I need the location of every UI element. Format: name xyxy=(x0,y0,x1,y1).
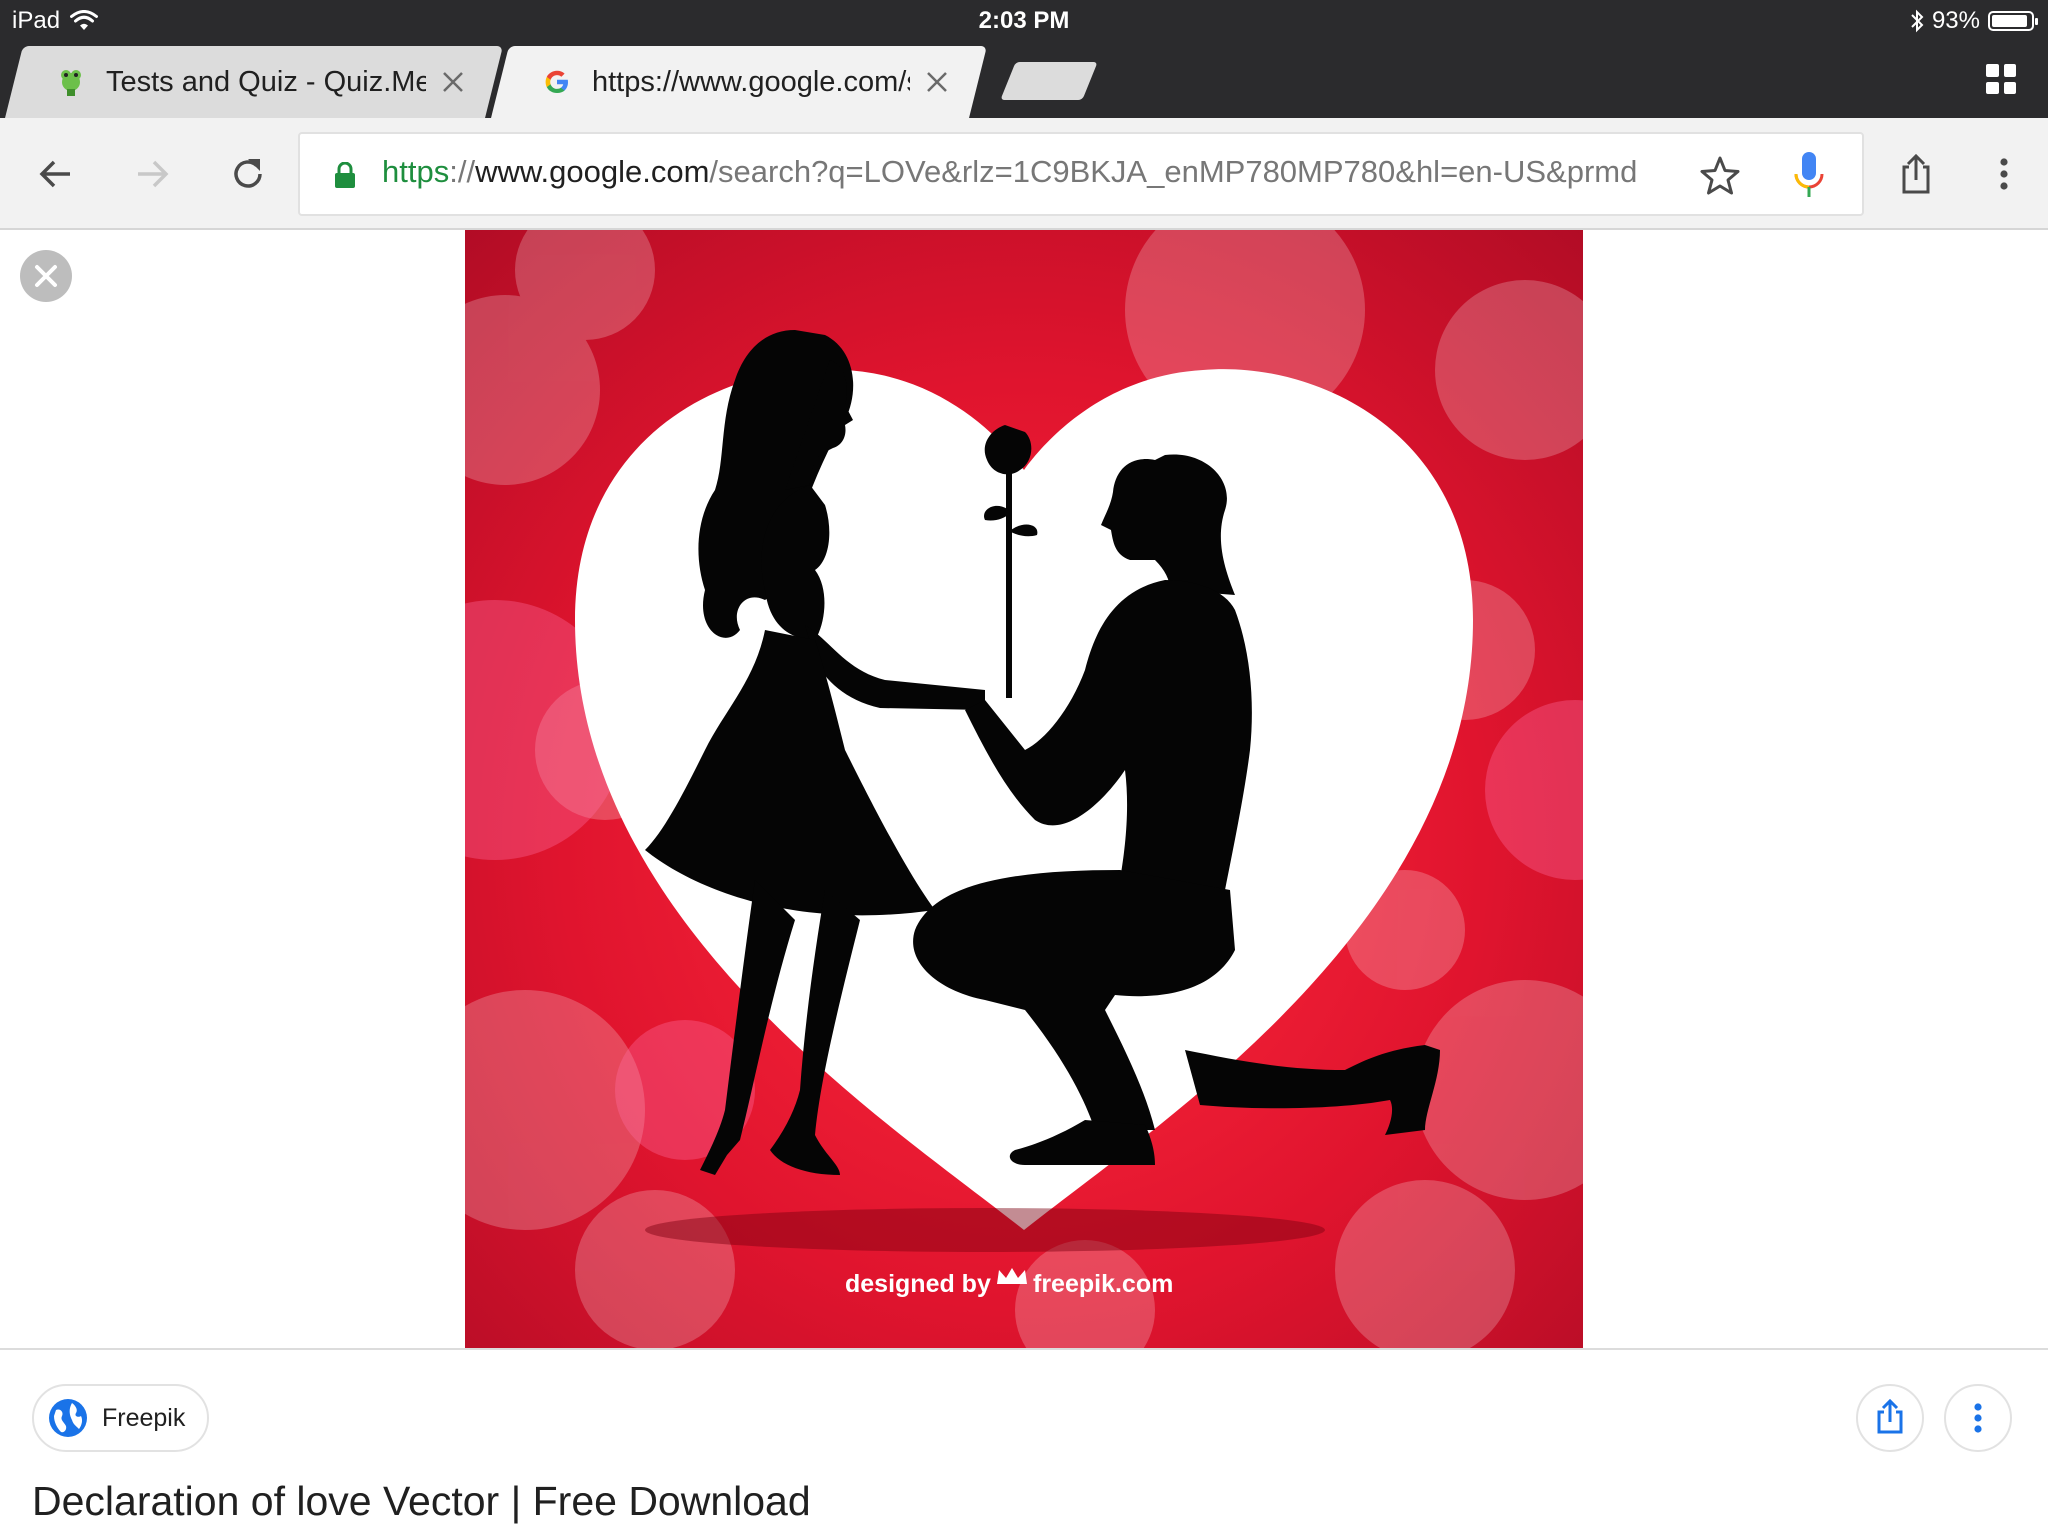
tab-quizme[interactable]: Tests and Quiz - Quiz.Me xyxy=(14,46,494,118)
bookmark-star-icon[interactable] xyxy=(1698,154,1742,198)
address-bar[interactable]: https://www.google.com/search?q=LOVe&rlz… xyxy=(298,132,1864,216)
more-vertical-icon xyxy=(1974,1403,1982,1433)
globe-icon xyxy=(49,1399,87,1437)
reload-icon[interactable] xyxy=(224,150,272,198)
clock: 2:03 PM xyxy=(978,7,1070,34)
close-icon xyxy=(35,265,57,287)
url-text[interactable]: https://www.google.com/search?q=LOVe&rlz… xyxy=(382,154,1652,190)
share-icon xyxy=(1877,1398,1903,1434)
lock-icon xyxy=(335,162,355,188)
tab-google[interactable]: https://www.google.com/se xyxy=(500,46,978,118)
watermark-prefix: designed by xyxy=(845,1270,991,1298)
tab-title: Tests and Quiz - Quiz.Me xyxy=(106,65,426,98)
status-bar: iPad 2:03 PM 93% xyxy=(0,0,2048,42)
source-name: Freepik xyxy=(102,1403,186,1432)
source-chip[interactable]: Freepik xyxy=(32,1384,210,1452)
bluetooth-icon xyxy=(1911,9,1924,33)
close-tab-icon[interactable] xyxy=(440,69,466,95)
watermark-site: freepik.com xyxy=(1033,1270,1173,1298)
image-viewer: designed by freepik.com xyxy=(0,190,2048,1380)
couple-heart-illustration: designed by freepik.com xyxy=(365,190,1665,1380)
new-tab-button[interactable] xyxy=(1000,62,1098,100)
back-arrow-icon[interactable] xyxy=(32,150,80,198)
url-scheme: https xyxy=(382,154,450,189)
preview-image[interactable]: designed by freepik.com xyxy=(365,190,1665,1380)
url-host: www.google.com xyxy=(475,154,710,189)
close-viewer-button[interactable] xyxy=(20,250,72,302)
tab-title: https://www.google.com/se xyxy=(592,65,910,98)
share-icon[interactable] xyxy=(1892,150,1940,198)
tab-switcher-icon[interactable] xyxy=(1986,64,2016,94)
url-path: /search?q=LOVe&rlz=1C9BKJA_enMP780MP780&… xyxy=(709,154,1638,189)
close-tab-icon[interactable] xyxy=(924,69,950,95)
more-menu-icon[interactable] xyxy=(1980,150,2028,198)
result-title[interactable]: Declaration of love Vector | Free Downlo… xyxy=(32,1478,811,1525)
battery-icon xyxy=(1988,11,2038,31)
microphone-icon[interactable] xyxy=(1792,150,1826,202)
battery-percent: 93% xyxy=(1931,7,1980,34)
result-more-button[interactable] xyxy=(1944,1384,2012,1452)
url-separator: :// xyxy=(449,154,476,189)
divider xyxy=(0,1348,2048,1350)
share-result-button[interactable] xyxy=(1856,1384,1924,1452)
browser-toolbar: https://www.google.com/search?q=LOVe&rlz… xyxy=(0,118,2048,230)
google-g-icon xyxy=(545,70,568,93)
forward-arrow-icon xyxy=(138,160,169,188)
quizme-frog-icon xyxy=(61,70,81,96)
